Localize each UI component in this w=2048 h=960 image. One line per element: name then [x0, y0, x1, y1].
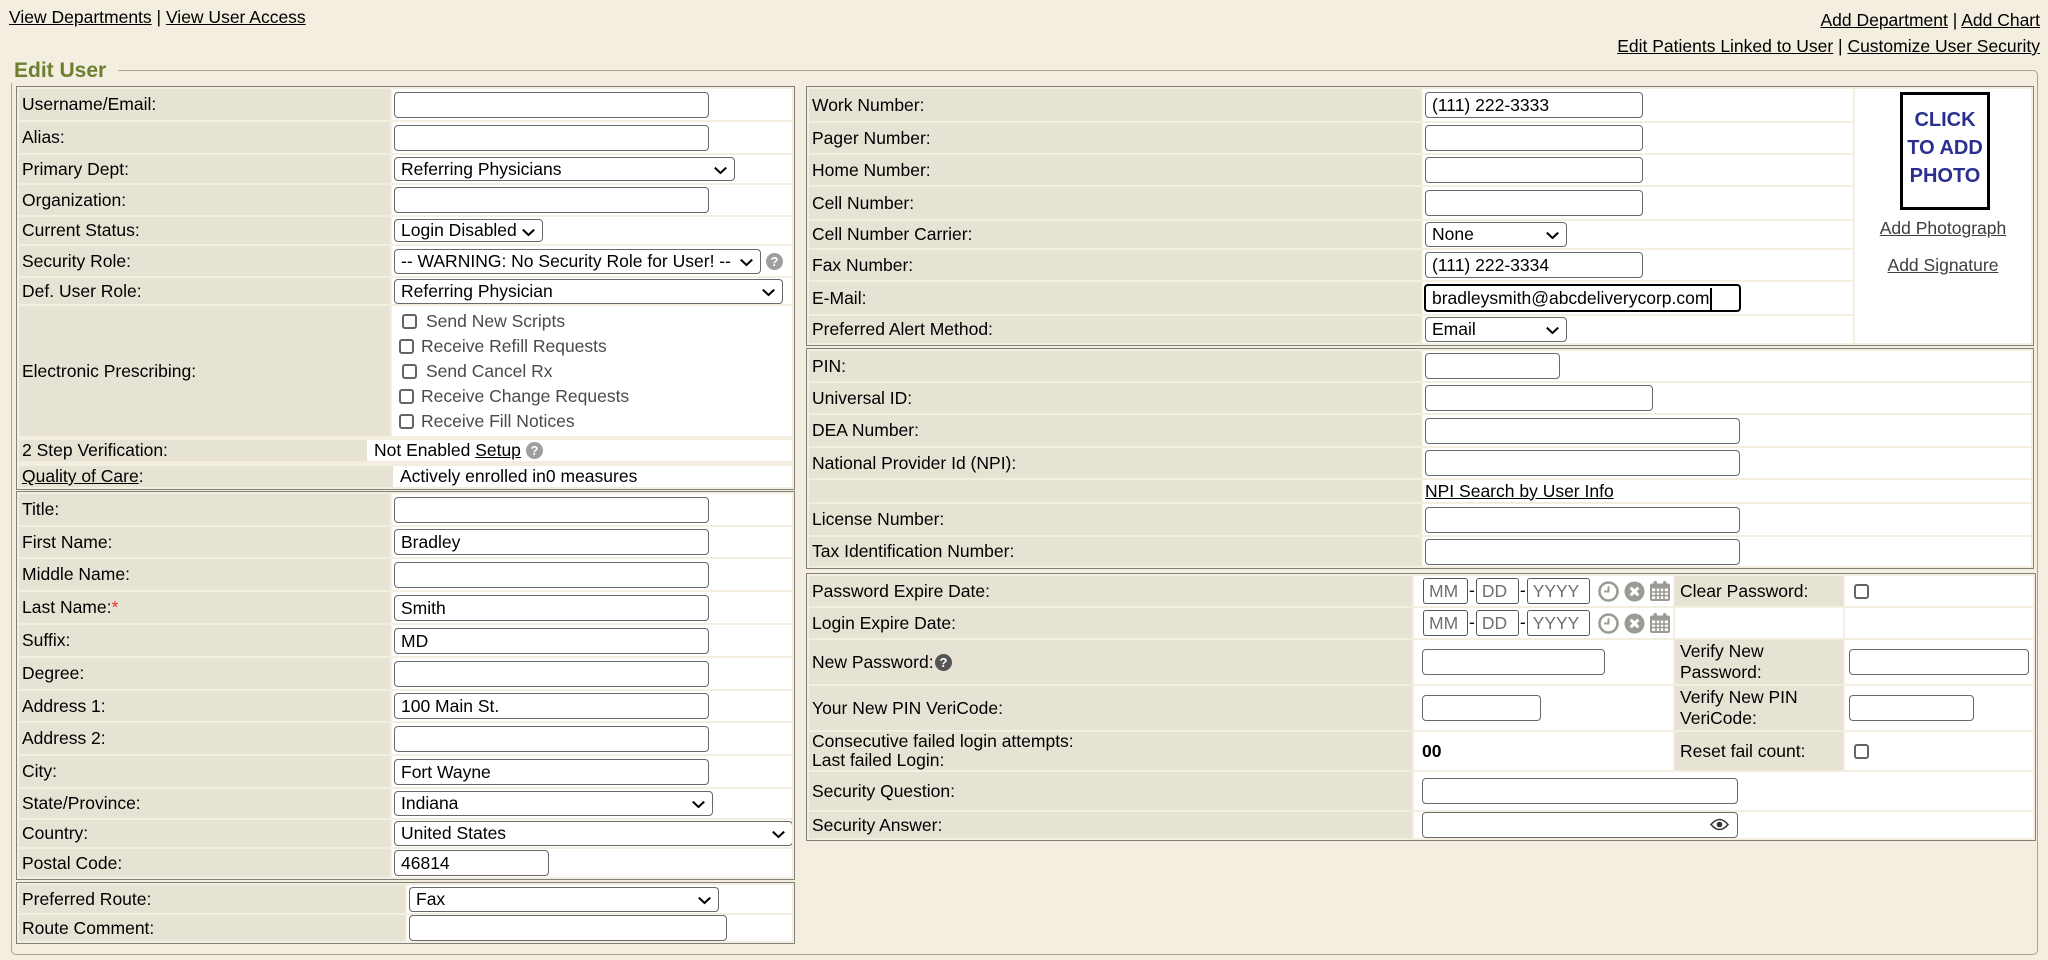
svg-text:?: ?: [530, 443, 538, 458]
svg-text:?: ?: [770, 254, 778, 269]
svg-text:?: ?: [939, 655, 947, 670]
